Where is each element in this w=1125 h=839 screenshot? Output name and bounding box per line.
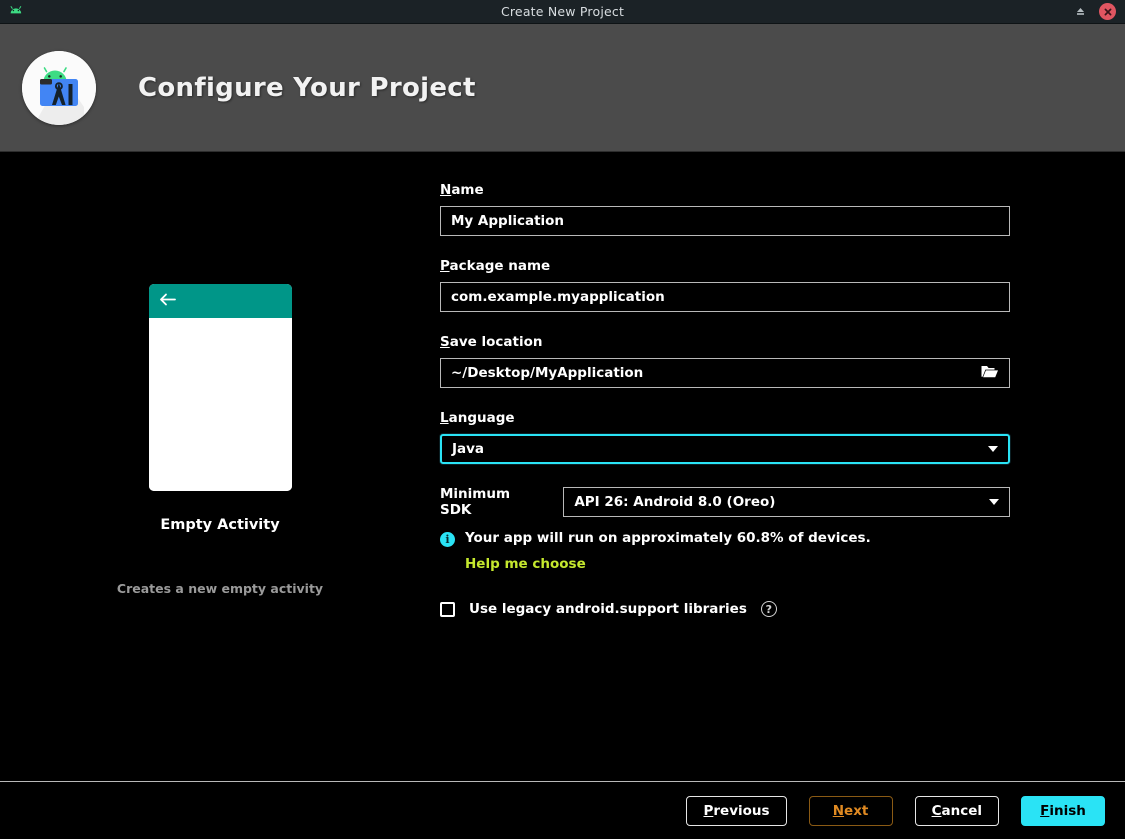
next-button[interactable]: Next: [808, 795, 893, 826]
sdk-coverage-info: i Your app will run on approximately 60.…: [440, 530, 1010, 547]
create-new-project-dialog: Create New Project Configure Your Projec…: [0, 0, 1125, 839]
dialog-header: Configure Your Project: [0, 24, 1125, 152]
package-name-label-mnemonic: P: [440, 258, 450, 274]
name-label: Name: [440, 182, 1010, 198]
save-location-input[interactable]: ~/Desktop/MyApplication: [440, 358, 1010, 388]
back-arrow-icon: [158, 292, 177, 311]
previous-button-mnemonic: P: [703, 802, 714, 819]
template-description: Creates a new empty activity: [116, 581, 324, 596]
cancel-button-label: ancel: [941, 802, 982, 819]
finish-button-label: inish: [1049, 802, 1086, 819]
language-select[interactable]: Java: [440, 434, 1010, 464]
legacy-libraries-checkbox[interactable]: [440, 601, 455, 617]
window-title: Create New Project: [500, 4, 625, 19]
preview-canvas: [148, 318, 292, 491]
name-input[interactable]: My Application: [440, 206, 1010, 236]
project-config-form: Name My Application Package name com.exa…: [440, 152, 1125, 781]
close-icon[interactable]: [1099, 3, 1116, 20]
package-name-label-rest: ackage name: [449, 258, 551, 274]
chevron-down-icon: [989, 499, 999, 505]
titlebar: Create New Project: [0, 0, 1125, 24]
preview-appbar: [148, 284, 292, 318]
language-label: Language: [440, 410, 1010, 426]
dialog-footer: Previous Next Cancel Finish: [0, 781, 1125, 839]
help-me-choose-link[interactable]: Help me choose: [465, 556, 1010, 572]
phone-preview: [148, 284, 292, 491]
name-label-rest: ame: [451, 182, 484, 198]
next-button-mnemonic: N: [832, 802, 845, 819]
titlebar-controls: [1071, 3, 1125, 21]
previous-button-label: revious: [713, 802, 770, 819]
android-robot-icon: [6, 3, 30, 21]
next-button-label: ext: [844, 802, 869, 819]
minimum-sdk-select-value: API 26: Android 8.0 (Oreo): [574, 494, 776, 510]
legacy-libraries-label: Use legacy android.support libraries: [469, 601, 747, 617]
language-label-rest: anguage: [448, 410, 515, 426]
save-location-label-mnemonic: S: [440, 334, 450, 350]
folder-open-icon[interactable]: [980, 364, 999, 383]
name-input-value: My Application: [451, 213, 565, 229]
dialog-body: Empty Activity Creates a new empty activ…: [0, 152, 1125, 781]
language-select-value: Java: [452, 441, 485, 457]
language-label-mnemonic: L: [440, 410, 449, 426]
template-name: Empty Activity: [160, 517, 280, 533]
legacy-libraries-row: Use legacy android.support libraries ?: [440, 601, 1010, 617]
cancel-button[interactable]: Cancel: [914, 795, 999, 826]
previous-button[interactable]: Previous: [686, 795, 787, 826]
android-studio-logo-icon: [22, 50, 96, 125]
chevron-down-icon: [988, 446, 998, 452]
sdk-coverage-text: Your app will run on approximately 60.8%…: [465, 530, 871, 546]
save-location-input-value: ~/Desktop/MyApplication: [451, 365, 644, 381]
package-name-input-value: com.example.myapplication: [451, 289, 665, 305]
minimum-sdk-select[interactable]: API 26: Android 8.0 (Oreo): [563, 487, 1010, 517]
save-location-label: Save location: [440, 334, 1010, 350]
package-name-input[interactable]: com.example.myapplication: [440, 282, 1010, 312]
info-icon: i: [440, 532, 455, 547]
save-location-label-rest: ave location: [449, 334, 543, 350]
question-mark-icon[interactable]: ?: [760, 601, 777, 617]
finish-button-mnemonic: F: [1040, 802, 1050, 819]
minimize-icon[interactable]: [1071, 3, 1089, 21]
cancel-button-mnemonic: C: [931, 802, 942, 819]
package-name-label: Package name: [440, 258, 1010, 274]
minimum-sdk-row: Minimum SDK API 26: Android 8.0 (Oreo): [440, 486, 1010, 518]
template-preview-panel: Empty Activity Creates a new empty activ…: [0, 152, 440, 781]
name-label-mnemonic: N: [440, 182, 452, 198]
finish-button[interactable]: Finish: [1021, 795, 1105, 826]
minimum-sdk-label: Minimum SDK: [440, 486, 511, 518]
page-title: Configure Your Project: [138, 72, 476, 103]
